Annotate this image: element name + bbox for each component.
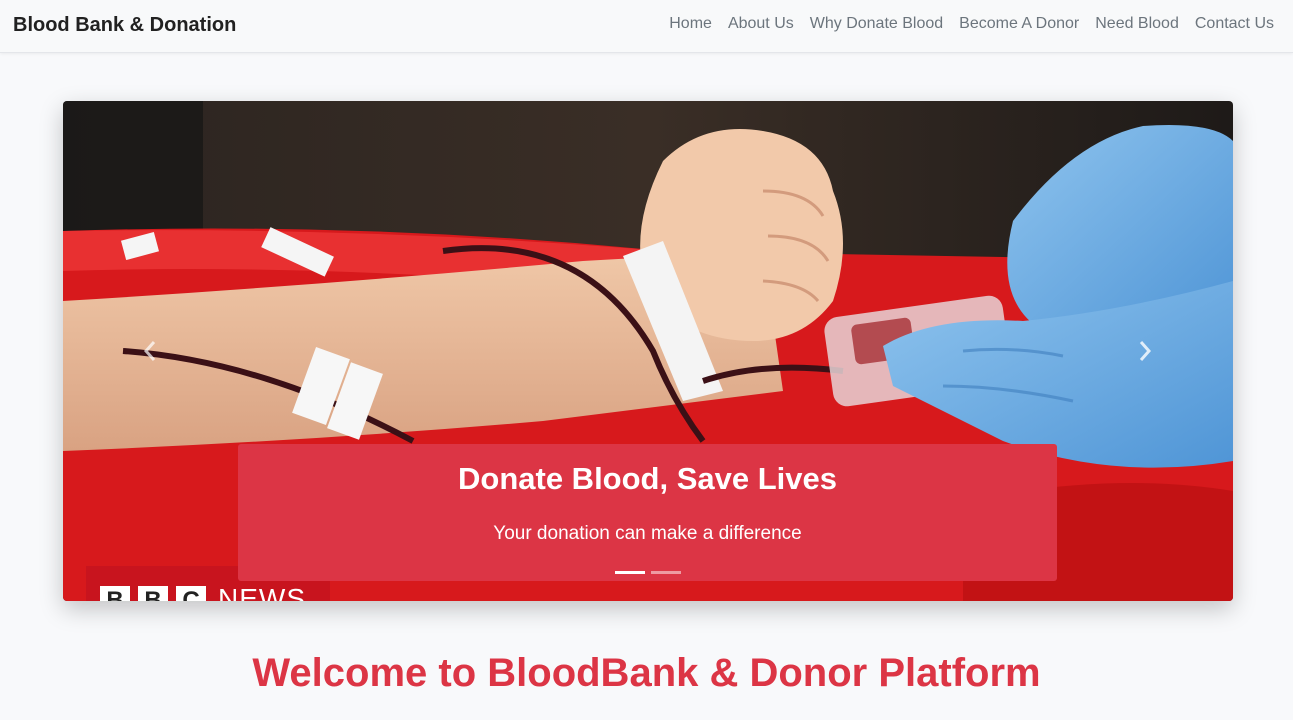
nav-links: Home About Us Why Donate Blood Become A …: [661, 14, 1282, 34]
carousel-caption: Donate Blood, Save Lives Your donation c…: [238, 444, 1057, 581]
welcome-heading: Welcome to BloodBank & Donor Platform: [252, 651, 1041, 695]
bbc-letter-b1: B: [100, 586, 130, 601]
nav-link-home[interactable]: Home: [661, 14, 720, 34]
chevron-right-icon: [1139, 341, 1152, 361]
bbc-letter-b2: B: [138, 586, 168, 601]
nav-link-need-blood[interactable]: Need Blood: [1087, 14, 1187, 34]
caption-title: Donate Blood, Save Lives: [458, 461, 837, 496]
carousel-indicator-2[interactable]: [650, 571, 681, 574]
nav-link-become-a-donor[interactable]: Become A Donor: [951, 14, 1087, 34]
carousel-indicator-1[interactable]: [614, 571, 645, 574]
navbar: Blood Bank & Donation Home About Us Why …: [0, 0, 1293, 53]
hero-carousel: B B C NEWS Donate Blood, Save Lives Your…: [63, 101, 1233, 601]
nav-link-about-us[interactable]: About Us: [720, 14, 802, 34]
chevron-left-icon: [143, 341, 156, 361]
carousel-indicators: [238, 571, 1057, 574]
bbc-news-word: NEWS: [218, 583, 306, 602]
carousel-prev-button[interactable]: [135, 336, 165, 366]
caption-text: Your donation can make a difference: [493, 523, 802, 544]
bbc-letter-c: C: [176, 586, 206, 601]
nav-link-why-donate-blood[interactable]: Why Donate Blood: [802, 14, 951, 34]
nav-link-contact-us[interactable]: Contact Us: [1187, 14, 1282, 34]
carousel-next-button[interactable]: [1130, 336, 1160, 366]
brand-logo-text[interactable]: Blood Bank & Donation: [13, 13, 236, 37]
